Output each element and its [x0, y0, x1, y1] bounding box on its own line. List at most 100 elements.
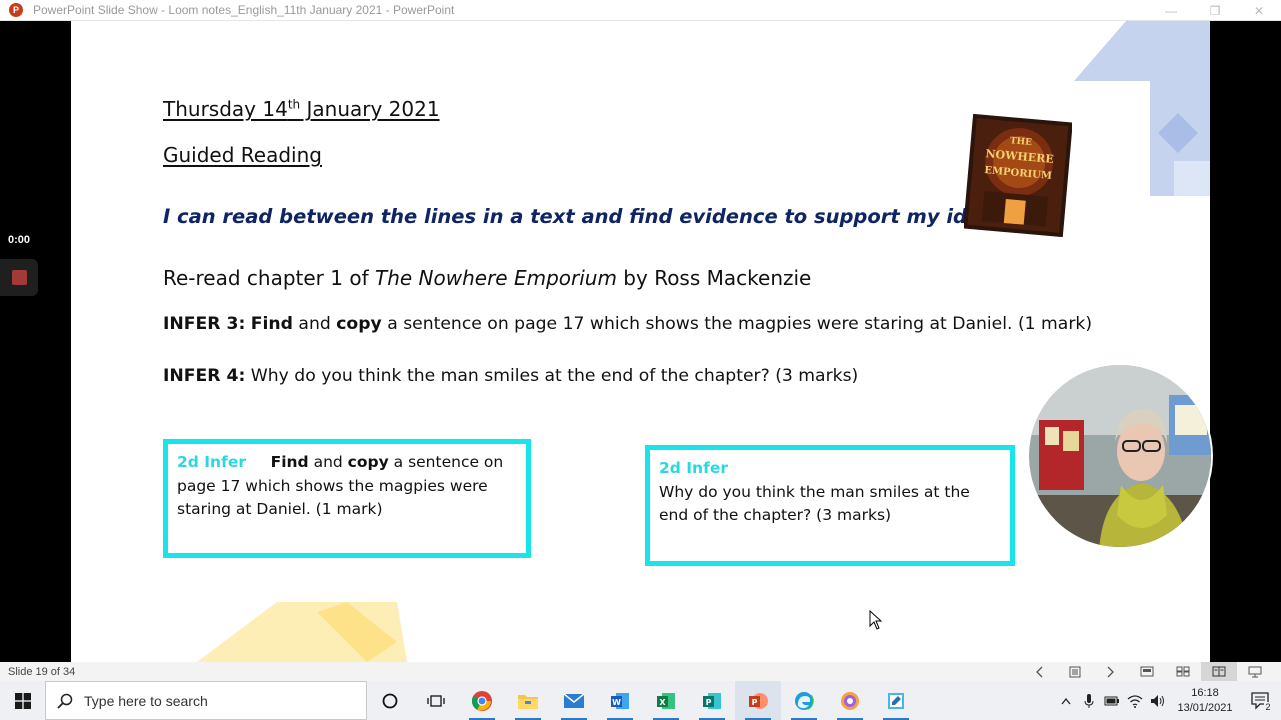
chevron-right-icon [1107, 666, 1114, 677]
recording-timer: 0:00 [7, 234, 31, 246]
title-bar: P PowerPoint Slide Show - Loom notes_Eng… [0, 0, 1281, 21]
task-view-button[interactable] [413, 681, 459, 720]
decorative-blue-shape [1074, 21, 1210, 196]
cortana-icon [382, 693, 398, 708]
slide-show-button[interactable] [1237, 662, 1273, 681]
restore-button[interactable]: ❐ [1193, 0, 1237, 21]
infer4-box: 2d Infer Why do you think the man smiles… [645, 445, 1015, 566]
close-button[interactable]: ✕ [1237, 0, 1281, 21]
slide-subject: Guided Reading [163, 143, 322, 167]
infer3-box: 2d Infer Find and copy a sentence on pag… [163, 439, 531, 558]
action-center-button[interactable]: 2 [1241, 681, 1281, 720]
taskbar-file-explorer[interactable] [505, 681, 551, 720]
battery-button[interactable] [1100, 681, 1123, 720]
infer3-question: INFER 3: Find and copy a sentence on pag… [163, 314, 1092, 334]
chevron-up-icon [1060, 697, 1071, 704]
book-cover-image: THE NOWHERE EMPORIUM [964, 114, 1072, 237]
wifi-button[interactable] [1123, 681, 1146, 720]
cortana-button[interactable] [367, 681, 413, 720]
previous-slide-button[interactable] [1021, 662, 1057, 681]
loom-icon [841, 691, 859, 710]
slide-counter: Slide 19 of 34 [8, 665, 76, 678]
infer3-box-line1: 2d Infer Find and copy a sentence on [177, 451, 517, 475]
taskbar: Type here to search W X P P 16:18 13/01/… [0, 681, 1281, 720]
slide-sorter-button[interactable] [1165, 662, 1201, 681]
slide-menu-button[interactable] [1057, 662, 1093, 681]
infer4-question: INFER 4: Why do you think the man smiles… [163, 366, 858, 386]
infer3-box-rest: a sentence on [388, 453, 504, 471]
infer4-label: INFER 4: [163, 366, 246, 386]
infer3-find: Find [250, 314, 293, 334]
webcam-video [1029, 365, 1211, 547]
publisher-icon: P [703, 692, 721, 709]
infer3-box-and: and [308, 453, 348, 471]
slide-show-icon [1248, 666, 1262, 677]
stop-icon [11, 270, 27, 285]
taskbar-chrome[interactable] [459, 681, 505, 720]
taskbar-excel[interactable]: X [643, 681, 689, 720]
taskbar-edge[interactable] [781, 681, 827, 720]
chevron-left-icon [1036, 666, 1043, 677]
minimize-button[interactable]: — [1149, 0, 1193, 21]
taskbar-publisher[interactable]: P [689, 681, 735, 720]
stop-recording-button[interactable] [0, 259, 38, 296]
normal-view-icon [1140, 666, 1154, 677]
windows-icon [14, 692, 31, 709]
wifi-icon [1127, 694, 1142, 708]
decorative-yellow-shape [197, 602, 407, 662]
powerpoint-icon: P [749, 692, 768, 709]
mouse-cursor-icon [869, 610, 883, 630]
reading-view-icon [1212, 666, 1226, 677]
reread-instruction: Re-read chapter 1 of The Nowhere Emporiu… [163, 266, 811, 290]
show-hidden-icons-button[interactable] [1054, 681, 1077, 720]
taskbar-powerpoint[interactable]: P [735, 681, 781, 720]
excel-icon: X [657, 692, 675, 709]
normal-view-button[interactable] [1129, 662, 1165, 681]
taskbar-clock[interactable]: 16:18 13/01/2021 [1169, 686, 1241, 716]
date-text: Thursday 14 [163, 97, 288, 121]
search-placeholder: Type here to search [84, 692, 208, 709]
powerpoint-app-icon: P [9, 3, 23, 17]
word-icon: W [611, 692, 629, 709]
date-suffix: January 2021 [300, 97, 440, 121]
window-title: PowerPoint Slide Show - Loom notes_Engli… [33, 3, 455, 17]
status-bar: Slide 19 of 34 [0, 662, 1281, 681]
taskbar-word[interactable]: W [597, 681, 643, 720]
system-tray: 16:18 13/01/2021 2 [1054, 681, 1281, 720]
taskbar-mail[interactable] [551, 681, 597, 720]
reading-view-button[interactable] [1201, 662, 1237, 681]
infer4-box-line1: Why do you think the man smiles at the [659, 482, 970, 501]
svg-text:X: X [659, 697, 666, 706]
infer3-rest: a sentence on page 17 which shows the ma… [381, 314, 1093, 334]
infer3-box-line2: page 17 which shows the magpies were [177, 476, 488, 495]
file-explorer-icon [518, 694, 538, 709]
book-title: The Nowhere Emporium [374, 266, 617, 290]
svg-text:P: P [706, 697, 712, 706]
date-superscript: th [287, 97, 301, 112]
microphone-icon [1084, 693, 1093, 708]
taskbar-search-box[interactable]: Type here to search [45, 681, 367, 720]
notepad-icon [888, 692, 904, 709]
window-controls: — ❐ ✕ [1149, 0, 1281, 21]
start-button[interactable] [0, 681, 45, 720]
search-icon [46, 693, 84, 709]
taskbar-notepad[interactable] [873, 681, 919, 720]
infer3-box-line3: staring at Daniel. (1 mark) [177, 500, 383, 518]
microphone-button[interactable] [1077, 681, 1100, 720]
infer4-box-tag: 2d Infer [659, 459, 728, 477]
taskbar-loom[interactable] [827, 681, 873, 720]
infer3-label: INFER 3: [163, 314, 246, 334]
battery-icon [1104, 696, 1119, 705]
slide-canvas: Thursday 14th January 2021 Guided Readin… [71, 21, 1210, 662]
learning-objective: I can read between the lines in a text a… [163, 205, 1013, 228]
webcam-bubble[interactable] [1027, 363, 1213, 549]
view-controls [1021, 662, 1273, 681]
clock-date: 13/01/2021 [1177, 701, 1233, 714]
menu-icon [1069, 666, 1081, 677]
notification-count: 2 [1264, 701, 1272, 712]
next-slide-button[interactable] [1093, 662, 1129, 681]
svg-text:P: P [752, 697, 758, 706]
mail-icon [563, 692, 585, 708]
infer3-box-find: Find [270, 453, 309, 471]
volume-button[interactable] [1146, 681, 1169, 720]
